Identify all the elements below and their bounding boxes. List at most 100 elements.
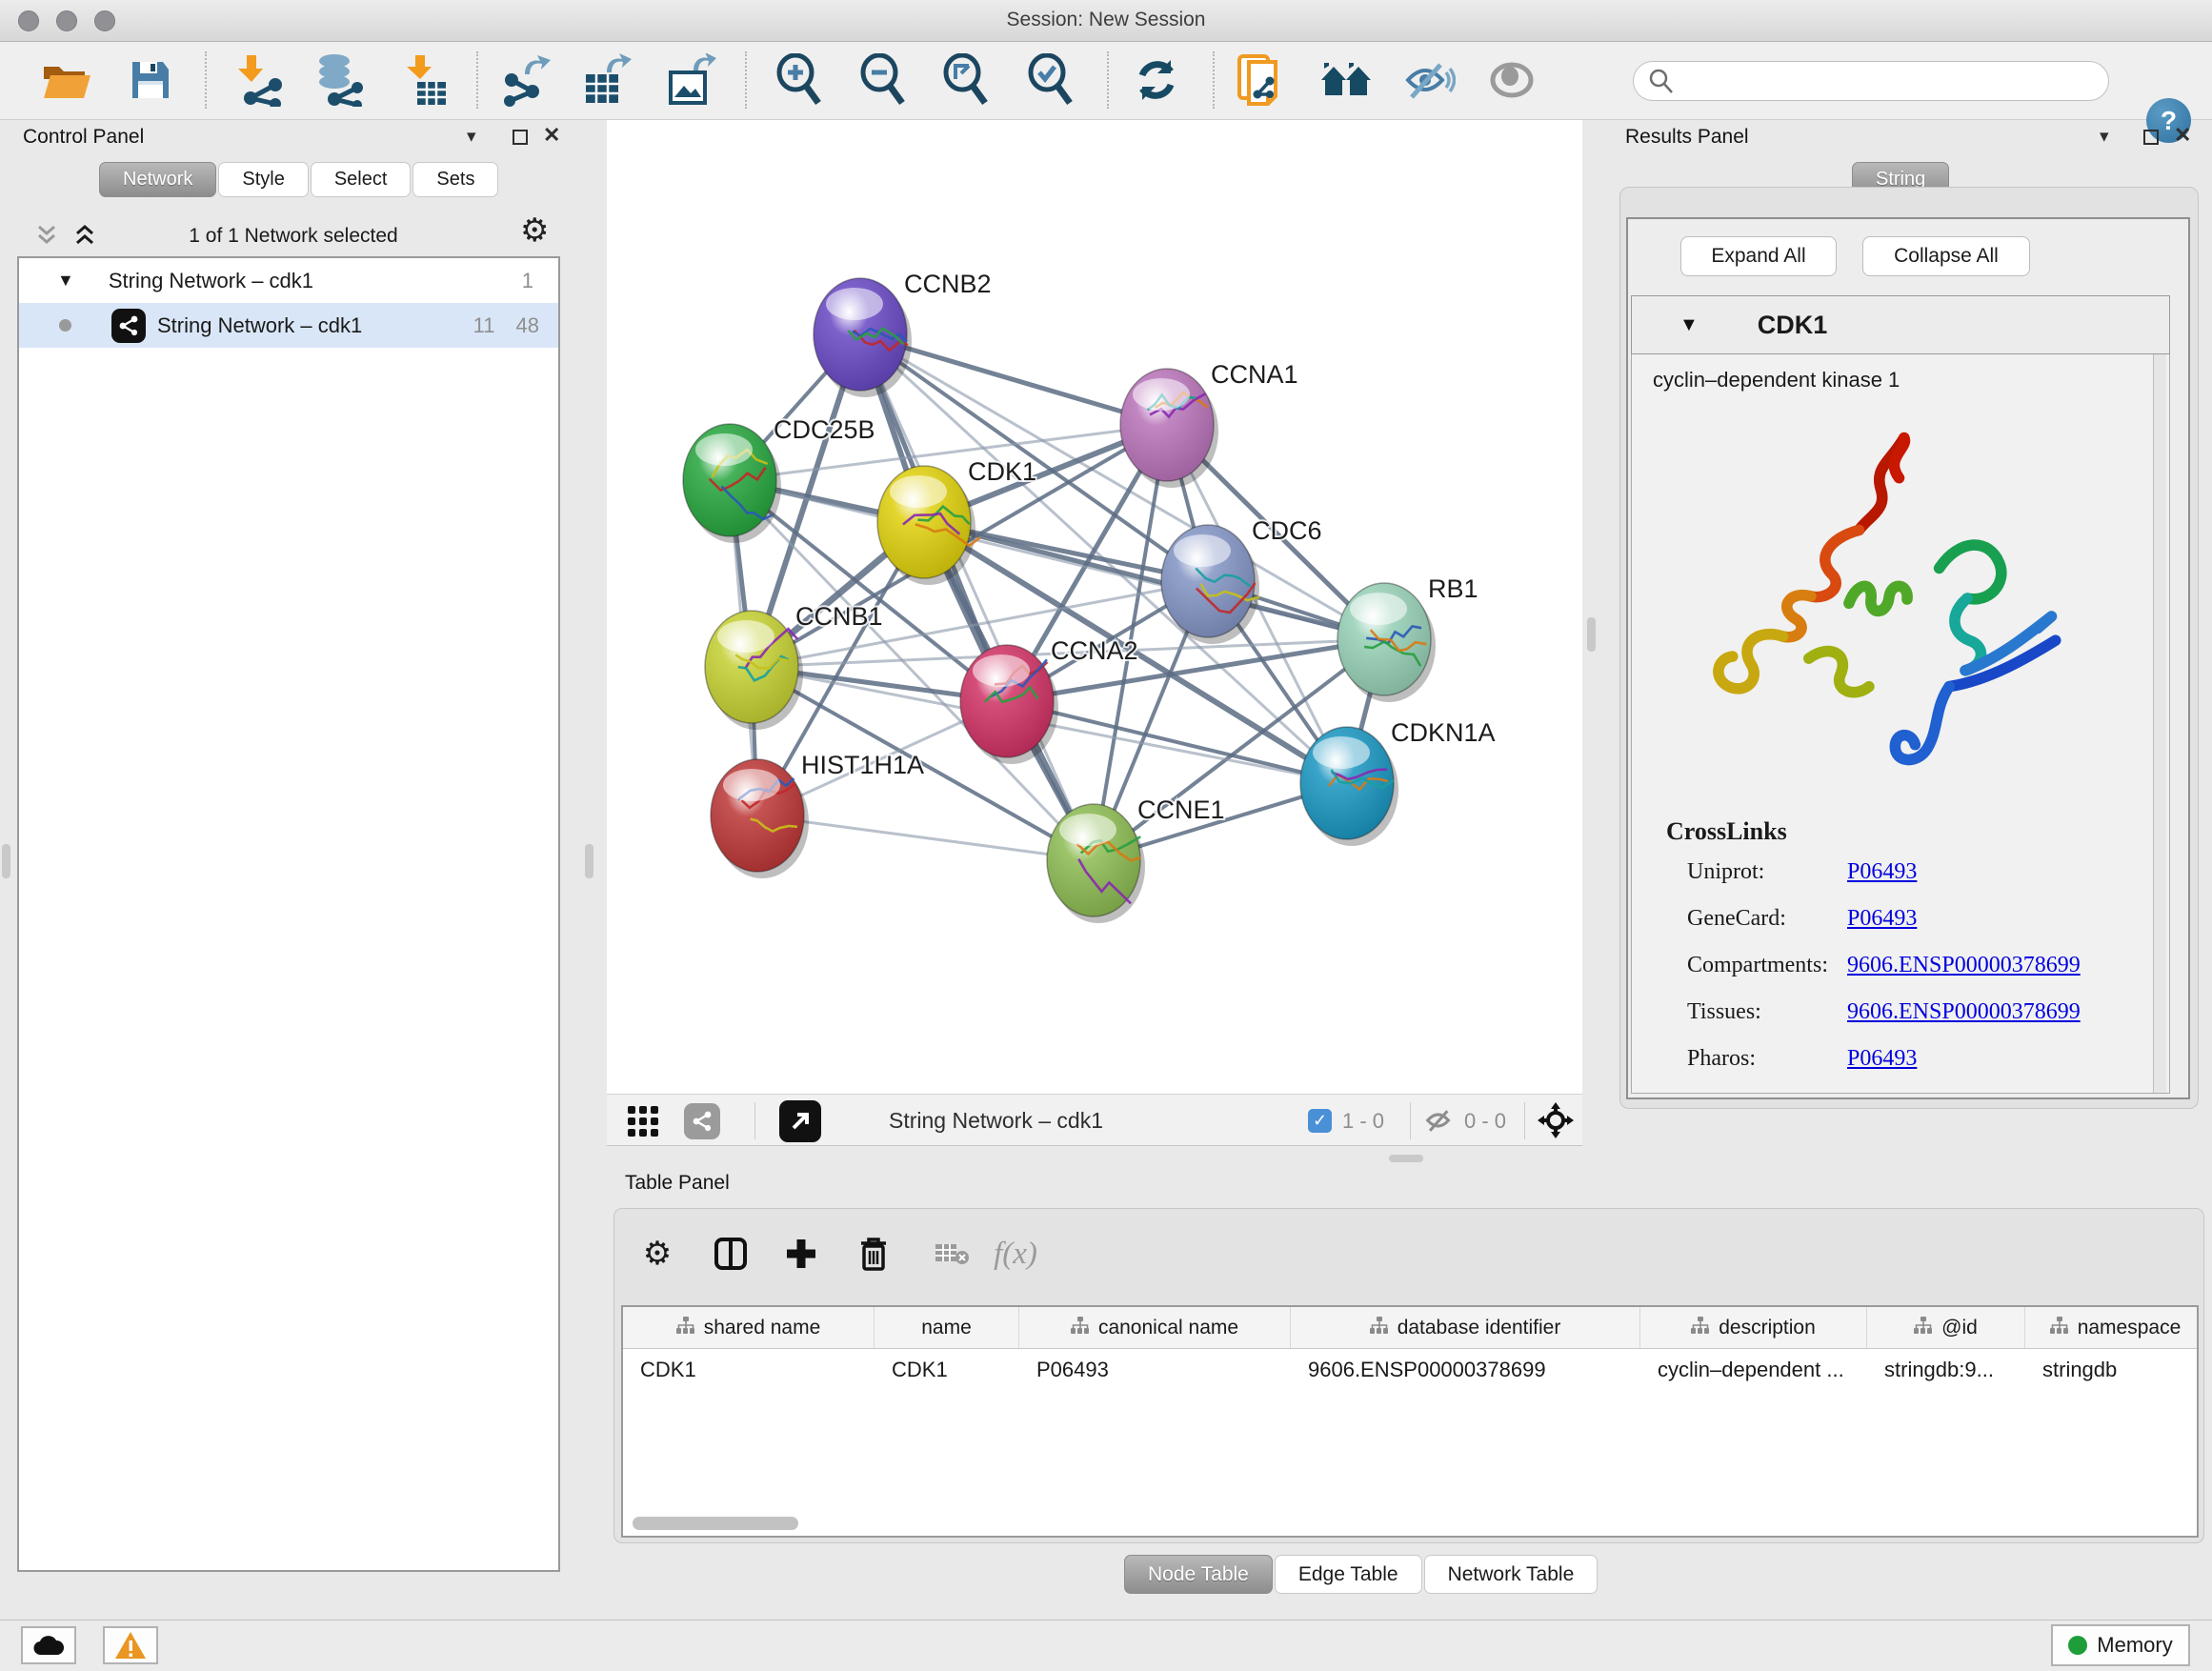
results-panel-menu-icon[interactable]: ▾ — [2100, 126, 2109, 148]
tab-network[interactable]: Network — [99, 162, 216, 197]
crosslink-label: Tissues: — [1687, 999, 1847, 1025]
network-collection-row[interactable]: ▼ String Network – cdk1 1 — [19, 258, 558, 303]
create-column-button[interactable] — [776, 1229, 826, 1278]
import-network-database-button[interactable] — [312, 50, 367, 111]
selected-checkbox-icon[interactable]: ✓ — [1308, 1109, 1332, 1133]
scrollbar-thumb[interactable] — [633, 1517, 798, 1530]
network-node[interactable] — [814, 278, 912, 397]
crosslink-link[interactable]: P06493 — [1847, 906, 1917, 932]
table-row[interactable]: CDK1CDK1P064939606.ENSP00000378699cyclin… — [623, 1349, 2197, 1391]
cloud-status-button[interactable] — [21, 1626, 76, 1664]
search-input[interactable] — [1683, 70, 2093, 92]
table-options-button[interactable]: ⚙ — [633, 1229, 682, 1278]
table-cell[interactable]: stringdb:9... — [1867, 1349, 2025, 1391]
tab-network-table[interactable]: Network Table — [1424, 1555, 1599, 1594]
column-header-name[interactable]: name — [875, 1307, 1019, 1348]
network-node[interactable] — [1300, 727, 1398, 846]
tab-sets[interactable]: Sets — [412, 162, 498, 197]
table-cell[interactable]: CDK1 — [875, 1349, 1019, 1391]
pan-crosshair-icon[interactable] — [1536, 1100, 1576, 1140]
expand-all-icon[interactable] — [72, 223, 97, 248]
results-panel-float-icon[interactable] — [2143, 130, 2159, 145]
results-scrollbar[interactable] — [2153, 354, 2166, 1093]
network-node[interactable] — [960, 645, 1058, 764]
table-cell[interactable]: CDK1 — [623, 1349, 875, 1391]
column-header-@id[interactable]: @id — [1867, 1307, 2025, 1348]
network-from-clipboard-button[interactable] — [1233, 50, 1288, 111]
network-results-splitter[interactable] — [1587, 617, 1596, 652]
save-session-button[interactable] — [123, 50, 178, 111]
control-panel-float-icon[interactable] — [513, 130, 528, 145]
collapse-all-button[interactable]: Collapse All — [1862, 236, 2030, 276]
tab-edge-table[interactable]: Edge Table — [1275, 1555, 1422, 1594]
zoom-out-button[interactable] — [855, 50, 911, 111]
network-options-gear-icon[interactable]: ⚙ — [520, 211, 549, 250]
column-header-namespace[interactable]: namespace — [2025, 1307, 2199, 1348]
zoom-fit-button[interactable] — [938, 50, 994, 111]
hide-selected-button[interactable] — [1401, 50, 1457, 111]
shared-column-icon — [676, 1317, 695, 1339]
network-table-splitter[interactable] — [1389, 1155, 1423, 1162]
import-network-file-button[interactable] — [231, 50, 287, 111]
network-node[interactable] — [1337, 583, 1436, 702]
network-edge[interactable] — [860, 334, 1094, 860]
table-cell[interactable]: stringdb — [2025, 1349, 2199, 1391]
network-node[interactable] — [711, 759, 809, 878]
crosslink-link[interactable]: P06493 — [1847, 859, 1917, 885]
control-panel-menu-icon[interactable]: ▾ — [467, 126, 476, 148]
export-image-button[interactable] — [663, 50, 718, 111]
first-neighbors-button[interactable] — [1318, 50, 1374, 111]
network-canvas[interactable]: CCNB2CCNA1CDC25BCDK1CDC6RB1CCNB1CCNA2CDK… — [607, 120, 1582, 1094]
column-header-canonical-name[interactable]: canonical name — [1019, 1307, 1291, 1348]
table-cell[interactable]: P06493 — [1019, 1349, 1291, 1391]
expand-all-button[interactable]: Expand All — [1680, 236, 1837, 276]
network-node[interactable] — [1047, 804, 1145, 923]
tab-node-table[interactable]: Node Table — [1124, 1555, 1273, 1594]
crosslink-link[interactable]: 9606.ENSP00000378699 — [1847, 953, 2081, 978]
open-session-button[interactable] — [38, 50, 93, 111]
delete-column-button[interactable] — [849, 1229, 898, 1278]
column-header-description[interactable]: description — [1640, 1307, 1867, 1348]
function-builder-button[interactable]: f(x) — [991, 1229, 1040, 1278]
network-node[interactable] — [705, 611, 803, 730]
collection-expand-triangle[interactable]: ▼ — [57, 271, 74, 291]
left-edge-splitter[interactable] — [2, 844, 10, 878]
warning-status-button[interactable] — [103, 1626, 158, 1664]
collapse-all-icon[interactable] — [34, 223, 59, 248]
delete-table-button[interactable] — [927, 1229, 976, 1278]
zoom-in-icon — [774, 53, 824, 107]
gene-section-header[interactable]: ▼ CDK1 — [1631, 295, 2170, 354]
export-network-button[interactable] — [498, 50, 553, 111]
column-header-shared-name[interactable]: shared name — [623, 1307, 875, 1348]
network-row[interactable]: String Network – cdk1 11 48 — [19, 303, 558, 348]
control-panel-close-icon[interactable]: ✕ — [543, 123, 560, 148]
memory-button[interactable]: Memory — [2051, 1624, 2190, 1666]
grid-view-icon[interactable] — [627, 1105, 659, 1137]
shared-column-icon — [1370, 1317, 1389, 1339]
import-table-file-button[interactable] — [398, 50, 453, 111]
show-all-button[interactable] — [1484, 50, 1539, 111]
string-view-icon[interactable] — [684, 1103, 720, 1139]
table-horizontal-scrollbar[interactable] — [633, 1517, 2185, 1530]
crosslink-link[interactable]: P06493 — [1847, 1046, 1917, 1072]
search-box[interactable] — [1633, 61, 2109, 101]
crosslink-link[interactable]: 9606.ENSP00000378699 — [1847, 999, 2081, 1025]
tab-select[interactable]: Select — [311, 162, 412, 197]
tab-style[interactable]: Style — [218, 162, 308, 197]
show-columns-button[interactable] — [706, 1229, 755, 1278]
export-table-button[interactable] — [578, 50, 633, 111]
results-panel-close-icon[interactable]: ✕ — [2174, 123, 2191, 148]
table-header-row: shared namenamecanonical namedatabase id… — [623, 1307, 2197, 1349]
control-network-splitter[interactable] — [585, 844, 593, 878]
network-node[interactable] — [1120, 369, 1218, 488]
zoom-selected-button[interactable] — [1023, 50, 1078, 111]
gene-expand-triangle[interactable]: ▼ — [1679, 314, 1699, 336]
zoom-in-button[interactable] — [772, 50, 827, 111]
table-cell[interactable]: cyclin–dependent ... — [1640, 1349, 1867, 1391]
gene-symbol: CDK1 — [1758, 311, 1828, 340]
table-cell[interactable]: 9606.ENSP00000378699 — [1291, 1349, 1640, 1391]
column-header-database-identifier[interactable]: database identifier — [1291, 1307, 1640, 1348]
shared-column-icon — [1071, 1317, 1090, 1339]
open-view-icon[interactable] — [779, 1100, 821, 1142]
refresh-view-button[interactable] — [1129, 50, 1184, 111]
